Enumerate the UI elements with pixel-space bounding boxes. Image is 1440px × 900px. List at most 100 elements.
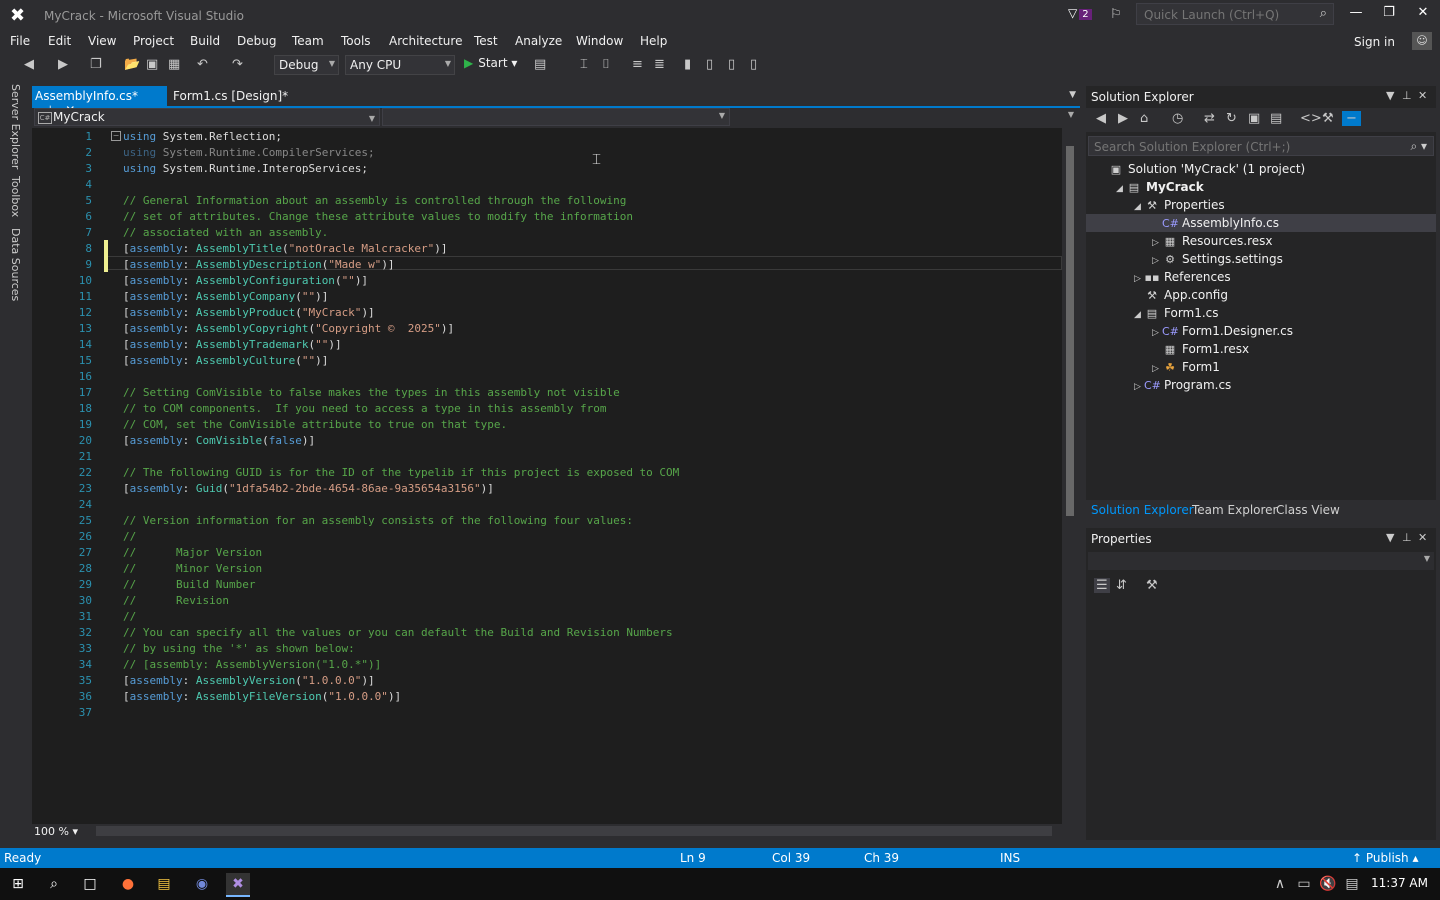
tree-item[interactable]: C# AssemblyInfo.cs: [1152, 216, 1279, 234]
collapse-all-icon[interactable]: ▣: [1248, 111, 1260, 126]
open-file-icon[interactable]: 📂: [124, 57, 140, 72]
alphabetical-icon[interactable]: ⇵: [1116, 578, 1127, 593]
search-icon[interactable]: ⌕: [42, 873, 66, 895]
property-pages-icon[interactable]: ⚒: [1146, 578, 1158, 593]
toolbox-tab[interactable]: Toolbox: [9, 176, 22, 217]
tab-form1-design[interactable]: Form1.cs [Design]*: [170, 86, 294, 106]
tree-item[interactable]: ▷ ▪▪ References: [1134, 270, 1231, 288]
member-dropdown[interactable]: ▼: [732, 108, 1078, 126]
task-view-icon[interactable]: □: [78, 873, 102, 895]
new-project-icon[interactable]: ❐: [90, 57, 102, 72]
object-selector-dropdown[interactable]: ▼: [1088, 552, 1434, 570]
uncomment-icon[interactable]: ≣: [654, 57, 665, 72]
volume-muted-icon[interactable]: 🔇: [1316, 873, 1340, 895]
restore-button[interactable]: ❐: [1377, 5, 1401, 25]
expander-icon[interactable]: ◢: [1134, 202, 1144, 212]
tab-assemblyinfo[interactable]: AssemblyInfo.cs* ⊥ ✕: [32, 86, 167, 117]
undo-icon[interactable]: ↶: [197, 57, 208, 72]
publish-button[interactable]: ↑ Publish ▴: [1352, 851, 1419, 865]
quick-launch-input[interactable]: [1142, 7, 1316, 23]
clear-bookmarks-icon[interactable]: ▯: [750, 57, 757, 72]
navigate-forward-icon[interactable]: ▶: [58, 57, 68, 72]
minimize-button[interactable]: —: [1344, 5, 1368, 25]
code-editor[interactable]: − 1 using System.Reflection; 2 using System…: [32, 128, 1062, 824]
search-icon[interactable]: ⌕ ▾: [1410, 139, 1427, 154]
comment-out-icon[interactable]: ≡: [632, 57, 643, 72]
horizontal-scrollbar[interactable]: [96, 826, 1052, 836]
tree-item[interactable]: ▣ Solution 'MyCrack' (1 project): [1098, 162, 1305, 180]
tree-item[interactable]: ◢ ▤ Form1.cs: [1134, 306, 1219, 324]
tree-item[interactable]: ◢ ▤ MyCrack: [1116, 180, 1204, 198]
expander-icon[interactable]: ◢: [1116, 184, 1126, 194]
tree-item[interactable]: ▷ C# Program.cs: [1134, 378, 1231, 396]
tree-item[interactable]: ⚒ App.config: [1134, 288, 1228, 306]
menu-test[interactable]: Test: [474, 34, 498, 48]
show-all-files-icon[interactable]: ▤: [1270, 111, 1282, 126]
action-center-icon[interactable]: ▤: [1340, 873, 1364, 895]
tree-item[interactable]: ▷ ⚙ Settings.settings: [1152, 252, 1283, 270]
menu-build[interactable]: Build: [190, 34, 220, 48]
menu-edit[interactable]: Edit: [48, 34, 71, 48]
platform-dropdown[interactable]: Any CPU ▼: [345, 55, 455, 75]
menu-project[interactable]: Project: [133, 34, 174, 48]
view-code-icon[interactable]: <>: [1300, 111, 1322, 126]
close-icon[interactable]: ✕: [1418, 531, 1427, 544]
quick-launch-box[interactable]: ⌕: [1136, 3, 1334, 25]
close-icon[interactable]: ✕: [1418, 89, 1427, 102]
tab-solution-explorer[interactable]: Solution Explorer: [1091, 503, 1194, 517]
zoom-level[interactable]: 100 % ▾: [34, 825, 78, 838]
firefox-icon[interactable]: ●: [116, 873, 140, 895]
tree-item[interactable]: ◢ ⚒ Properties: [1134, 198, 1225, 216]
network-icon[interactable]: ▭: [1292, 873, 1316, 895]
menu-analyze[interactable]: Analyze: [515, 34, 562, 48]
file-explorer-icon[interactable]: ▤: [152, 873, 176, 895]
close-button[interactable]: ✕: [1411, 5, 1435, 25]
preview-selected-icon[interactable]: −: [1342, 111, 1361, 126]
step-over-icon[interactable]: ⌷: [602, 57, 610, 72]
search-icon[interactable]: ⌕: [1320, 6, 1327, 21]
properties-wrench-icon[interactable]: ⚒: [1322, 111, 1334, 126]
feedback-icon[interactable]: ⚐: [1110, 7, 1122, 22]
forward-icon[interactable]: ▶: [1118, 111, 1128, 126]
notifications-flag[interactable]: ▽ 2: [1068, 6, 1092, 20]
windows-start-icon[interactable]: ⊞: [6, 873, 30, 895]
expander-icon[interactable]: ▷: [1152, 328, 1162, 338]
configuration-dropdown[interactable]: Debug ▼: [274, 55, 339, 75]
categorized-icon[interactable]: ☰: [1094, 578, 1110, 593]
navigate-back-icon[interactable]: ◀: [24, 57, 34, 72]
tree-item[interactable]: ▷ C# Form1.Designer.cs: [1152, 324, 1293, 342]
save-icon[interactable]: ▣: [146, 57, 158, 72]
home-icon[interactable]: ⌂: [1140, 111, 1148, 126]
expander-icon[interactable]: ▷: [1134, 382, 1144, 392]
tree-item[interactable]: ▷ ☘ Form1: [1152, 360, 1220, 378]
tab-overflow-icon[interactable]: ▼: [1069, 90, 1076, 100]
menu-architecture[interactable]: Architecture: [389, 34, 462, 48]
pin-icon[interactable]: ⊥: [1402, 531, 1412, 544]
menu-debug[interactable]: Debug: [237, 34, 276, 48]
history-icon[interactable]: ◷: [1172, 111, 1183, 126]
back-icon[interactable]: ◀: [1096, 111, 1106, 126]
tree-item[interactable]: ▷ ▦ Resources.resx: [1152, 234, 1273, 252]
refresh-icon[interactable]: ↻: [1226, 111, 1237, 126]
menu-file[interactable]: File: [10, 34, 30, 48]
next-bookmark-icon[interactable]: ▯: [728, 57, 735, 72]
collapse-outline-icon[interactable]: −: [111, 131, 121, 141]
menu-view[interactable]: View: [88, 34, 116, 48]
expander-icon[interactable]: ▷: [1134, 274, 1144, 284]
menu-tools[interactable]: Tools: [341, 34, 371, 48]
menu-team[interactable]: Team: [292, 34, 324, 48]
tree-item[interactable]: ▦ Form1.resx: [1152, 342, 1249, 360]
tab-team-explorer[interactable]: Team Explorer: [1192, 503, 1278, 517]
find-in-files-icon[interactable]: ▤: [534, 57, 546, 72]
panel-menu-icon[interactable]: ▼: [1386, 531, 1394, 544]
redo-icon[interactable]: ↷: [232, 57, 243, 72]
project-dropdown[interactable]: C# MyCrack ▼: [34, 108, 380, 126]
menu-window[interactable]: Window: [576, 34, 623, 48]
save-all-icon[interactable]: ▦: [168, 57, 180, 72]
discord-icon[interactable]: ◉: [190, 873, 214, 895]
expander-icon[interactable]: ▷: [1152, 364, 1162, 374]
bookmark-icon[interactable]: ▮: [684, 57, 691, 72]
sync-icon[interactable]: ⇄: [1204, 111, 1215, 126]
prev-bookmark-icon[interactable]: ▯: [706, 57, 713, 72]
expander-icon[interactable]: ▷: [1152, 238, 1162, 248]
